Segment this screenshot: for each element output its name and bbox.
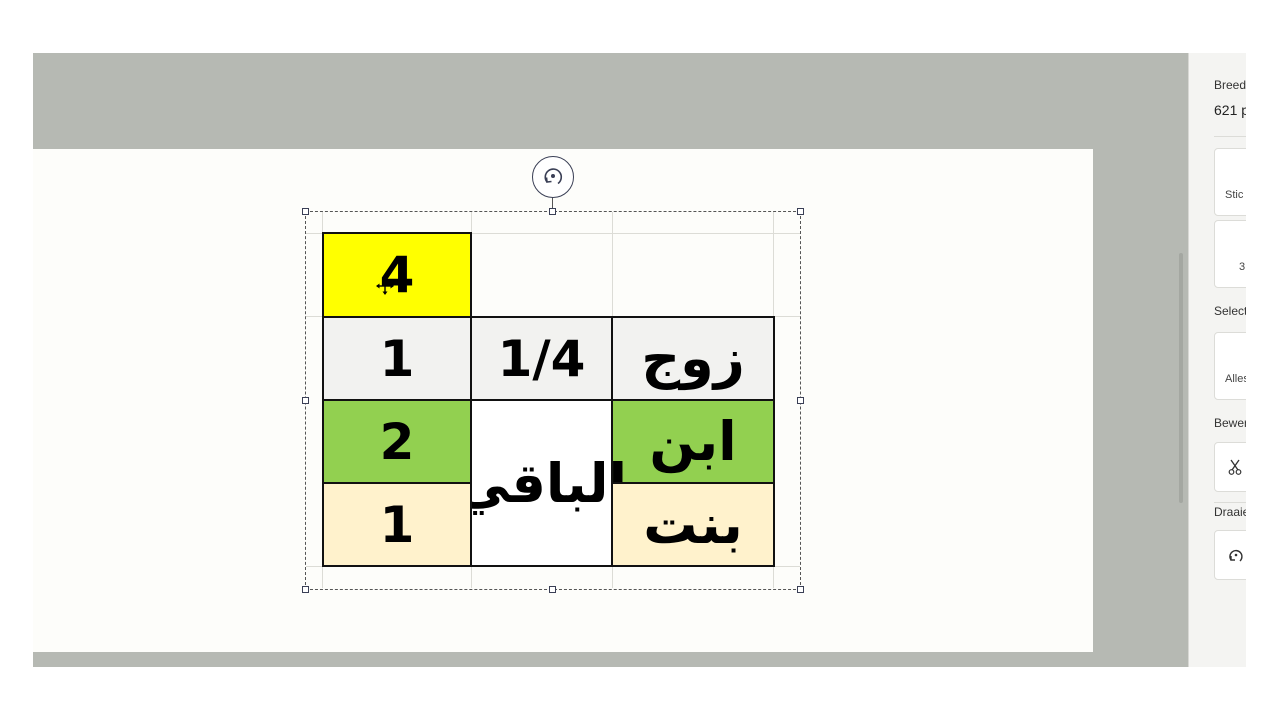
sticker-button[interactable]: Stic: [1214, 148, 1246, 216]
resize-handle-left[interactable]: [302, 397, 309, 404]
resize-handle-top-right[interactable]: [797, 208, 804, 215]
3d-button[interactable]: 3: [1214, 220, 1246, 288]
rotate-handle[interactable]: [532, 156, 574, 198]
select-all-button[interactable]: Alles: [1214, 332, 1246, 400]
resize-handle-top[interactable]: [549, 208, 556, 215]
selection-frame[interactable]: [305, 211, 801, 590]
scissors-icon: [1228, 459, 1242, 475]
cut-button[interactable]: [1214, 442, 1246, 492]
panel-divider: [1214, 136, 1246, 137]
panel-divider: [1214, 502, 1246, 503]
resize-handle-bottom-left[interactable]: [302, 586, 309, 593]
resize-handle-top-left[interactable]: [302, 208, 309, 215]
resize-handle-right[interactable]: [797, 397, 804, 404]
rotate-button[interactable]: [1214, 530, 1246, 580]
width-value[interactable]: 621 p: [1214, 102, 1246, 118]
rotate-label: Draaie: [1214, 505, 1246, 519]
selection-label: Selecte: [1214, 304, 1246, 318]
select-all-label: Alles: [1225, 373, 1246, 385]
rotate-icon: [1229, 549, 1243, 562]
sticker-button-label: Stic: [1225, 189, 1244, 201]
vertical-scrollbar[interactable]: [1179, 253, 1183, 503]
resize-handle-bottom[interactable]: [549, 586, 556, 593]
properties-side-panel: Breedt 621 p Stic 3 Selecte Alles Bewer …: [1188, 53, 1246, 667]
resize-handle-bottom-right[interactable]: [797, 586, 804, 593]
rotate-icon: [544, 168, 563, 185]
3d-button-label: 3: [1239, 261, 1246, 273]
width-label: Breedt: [1214, 78, 1246, 92]
edit-label: Bewer: [1214, 416, 1246, 430]
